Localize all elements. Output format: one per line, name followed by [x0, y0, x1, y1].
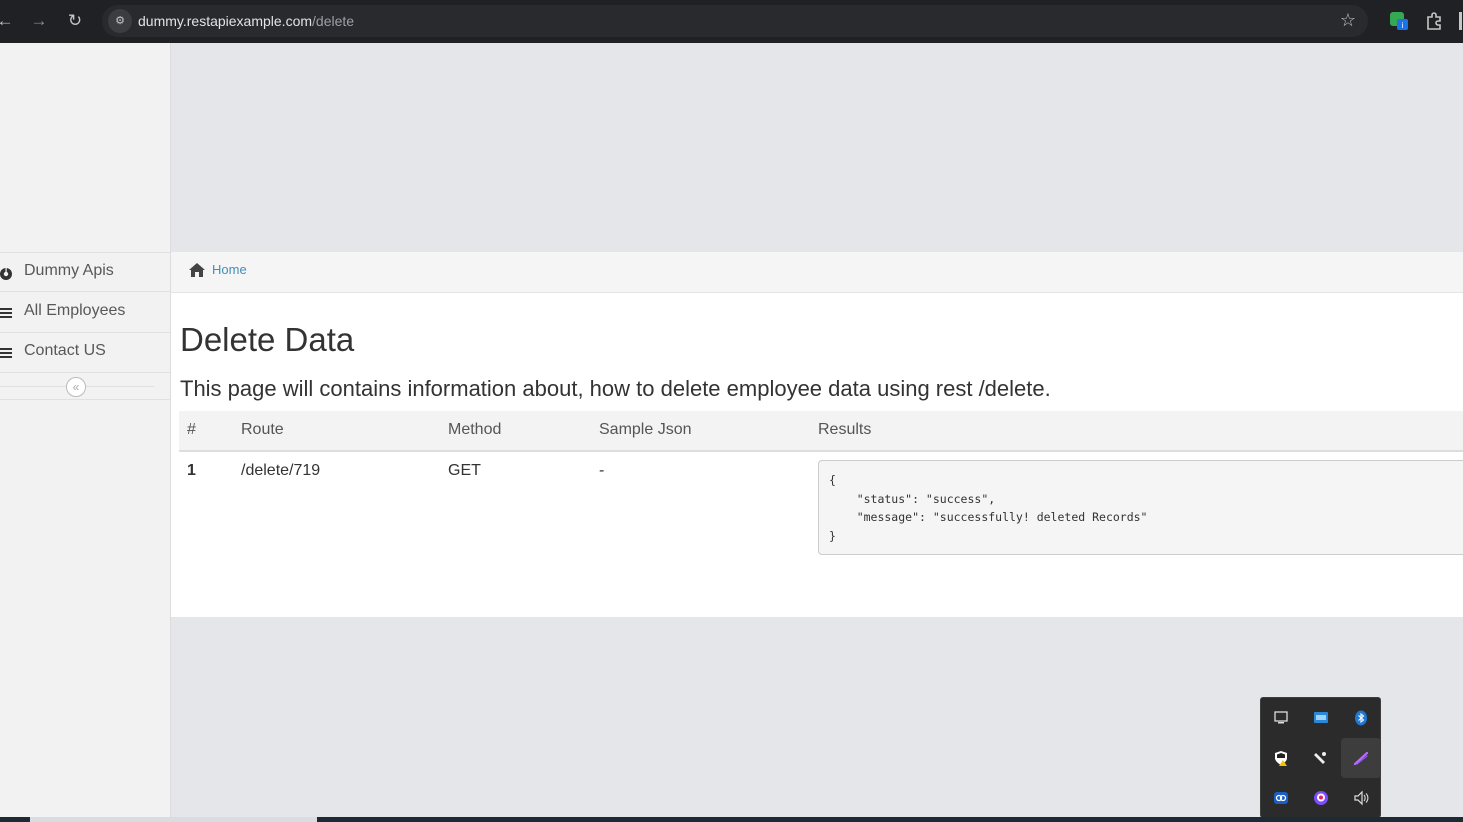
stylus-icon[interactable] [1341, 738, 1381, 778]
main-content: Delete Data This page will contains info… [171, 293, 1463, 617]
page-title: Delete Data [180, 321, 355, 358]
page-description: This page will contains information abou… [180, 376, 1051, 401]
column-header-number: # [187, 421, 196, 438]
puzzle-extensions-icon[interactable] [1424, 11, 1444, 31]
table-header: # Route Method Sample Json Results [179, 411, 1463, 452]
column-header-sample-json: Sample Json [599, 421, 692, 438]
column-header-results: Results [818, 421, 872, 438]
sidebar-item-all-employees[interactable]: All Employees [0, 293, 170, 333]
sidebar-item-label: Dummy Apis [24, 262, 114, 279]
profile-edge [1459, 12, 1462, 30]
column-header-method: Method [448, 421, 502, 438]
sidebar: Dummy Apis All Employees Contact US « [0, 43, 171, 822]
row-number: 1 [187, 462, 196, 479]
svg-text:i: i [1402, 21, 1404, 30]
dashboard-icon [0, 268, 12, 280]
reload-icon[interactable]: ↻ [62, 8, 88, 34]
result-json-block: { "status": "success", "message": "succe… [818, 460, 1463, 555]
taskbar-active-app[interactable] [30, 817, 317, 822]
pen-tablet-icon[interactable] [1301, 738, 1341, 778]
volume-icon[interactable] [1341, 778, 1381, 818]
site-info-icon[interactable]: ⚙ [108, 9, 132, 33]
extension-badge-icon[interactable]: i [1389, 11, 1409, 31]
forward-arrow-icon[interactable]: → [26, 8, 52, 34]
meet-icon[interactable] [1261, 778, 1301, 818]
url-host: dummy.restapiexample.com [138, 13, 313, 29]
double-chevron-left-icon[interactable]: « [66, 377, 86, 397]
row-route: /delete/719 [241, 462, 321, 479]
back-arrow-icon[interactable]: ← [0, 8, 18, 34]
display-icon[interactable] [1261, 698, 1301, 738]
url-path: /delete [312, 13, 355, 29]
browser-toolbar: ← → ↻ ⚙ dummy.restapiexample.com/delete … [0, 0, 1463, 43]
sidebar-item-dummy-apis[interactable]: Dummy Apis [0, 252, 170, 292]
system-tray-overflow [1260, 697, 1381, 818]
row-sample-json: - [599, 462, 605, 479]
bookmark-star-icon[interactable]: ☆ [1340, 10, 1356, 31]
sidebar-item-label: Contact US [24, 342, 106, 359]
breadcrumb-home-link[interactable]: Home [212, 262, 247, 277]
sidebar-collapse-row: « [0, 373, 170, 400]
network-drive-icon[interactable] [1301, 698, 1341, 738]
bluetooth-icon[interactable] [1341, 698, 1381, 738]
sidebar-item-label: All Employees [24, 302, 126, 319]
list-icon [0, 308, 12, 318]
messenger-icon[interactable] [1301, 778, 1341, 818]
taskbar [0, 817, 1463, 822]
breadcrumb: Home [171, 251, 1463, 293]
column-header-route: Route [241, 421, 284, 438]
url-text[interactable]: dummy.restapiexample.com/delete [138, 13, 354, 29]
address-bar[interactable]: ⚙ dummy.restapiexample.com/delete ☆ [102, 5, 1368, 37]
home-icon [189, 263, 205, 277]
list-icon [0, 348, 12, 358]
security-warning-icon[interactable] [1261, 738, 1301, 778]
sidebar-item-contact-us[interactable]: Contact US [0, 333, 170, 373]
row-method: GET [448, 462, 481, 479]
